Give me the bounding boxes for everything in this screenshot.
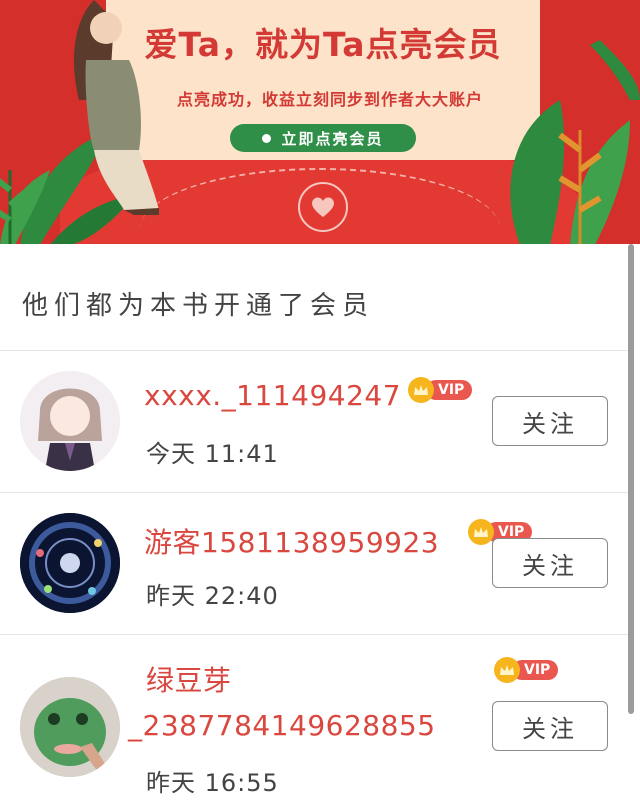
vip-badge: VIP: [408, 377, 473, 403]
section-title: 他们都为本书开通了会员: [22, 291, 375, 321]
member-time: 昨天 16:55: [146, 769, 279, 797]
avatar[interactable]: [20, 513, 120, 613]
avatar[interactable]: [20, 677, 120, 777]
light-up-membership-button[interactable]: 立即点亮会员: [230, 124, 416, 152]
follow-button[interactable]: 关注: [492, 396, 608, 446]
member-row: xxxx._111494247 VIP 今天 11:41 关注: [0, 351, 628, 492]
member-name[interactable]: xxxx._111494247: [144, 379, 401, 412]
crown-icon: [494, 657, 520, 683]
member-time: 昨天 22:40: [146, 582, 279, 610]
crown-icon: [408, 377, 434, 403]
vip-badge: VIP: [494, 657, 559, 683]
scrollbar[interactable]: [628, 244, 634, 714]
member-name-line1[interactable]: 绿豆芽: [146, 659, 232, 699]
follow-button[interactable]: 关注: [492, 701, 608, 751]
member-name-line2[interactable]: _2387784149628855: [128, 709, 436, 742]
follow-button[interactable]: 关注: [492, 538, 608, 588]
member-row: 游客1581138959923 VIP 昨天 22:40 关注: [0, 493, 628, 634]
crown-icon: [468, 519, 494, 545]
heart-seal-icon: [298, 182, 348, 232]
banner-subtitle: 点亮成功，收益立刻同步到作者大大账户: [176, 90, 483, 109]
leaf-decoration-right: [510, 40, 640, 244]
banner-title: 爱Ta，就为Ta点亮会员: [144, 25, 502, 64]
member-row: 绿豆芽 _2387784149628855 VIP 昨天 16:55 关注: [0, 635, 628, 810]
cta-label: 立即点亮会员: [281, 129, 384, 148]
member-name[interactable]: 游客1581138959923: [144, 521, 439, 561]
membership-banner: 爱Ta，就为Ta点亮会员 点亮成功，收益立刻同步到作者大大账户 立即点亮会员: [0, 0, 640, 244]
member-time: 今天 11:41: [146, 440, 279, 468]
avatar[interactable]: [20, 371, 120, 471]
cta-dot-icon: [262, 133, 272, 143]
